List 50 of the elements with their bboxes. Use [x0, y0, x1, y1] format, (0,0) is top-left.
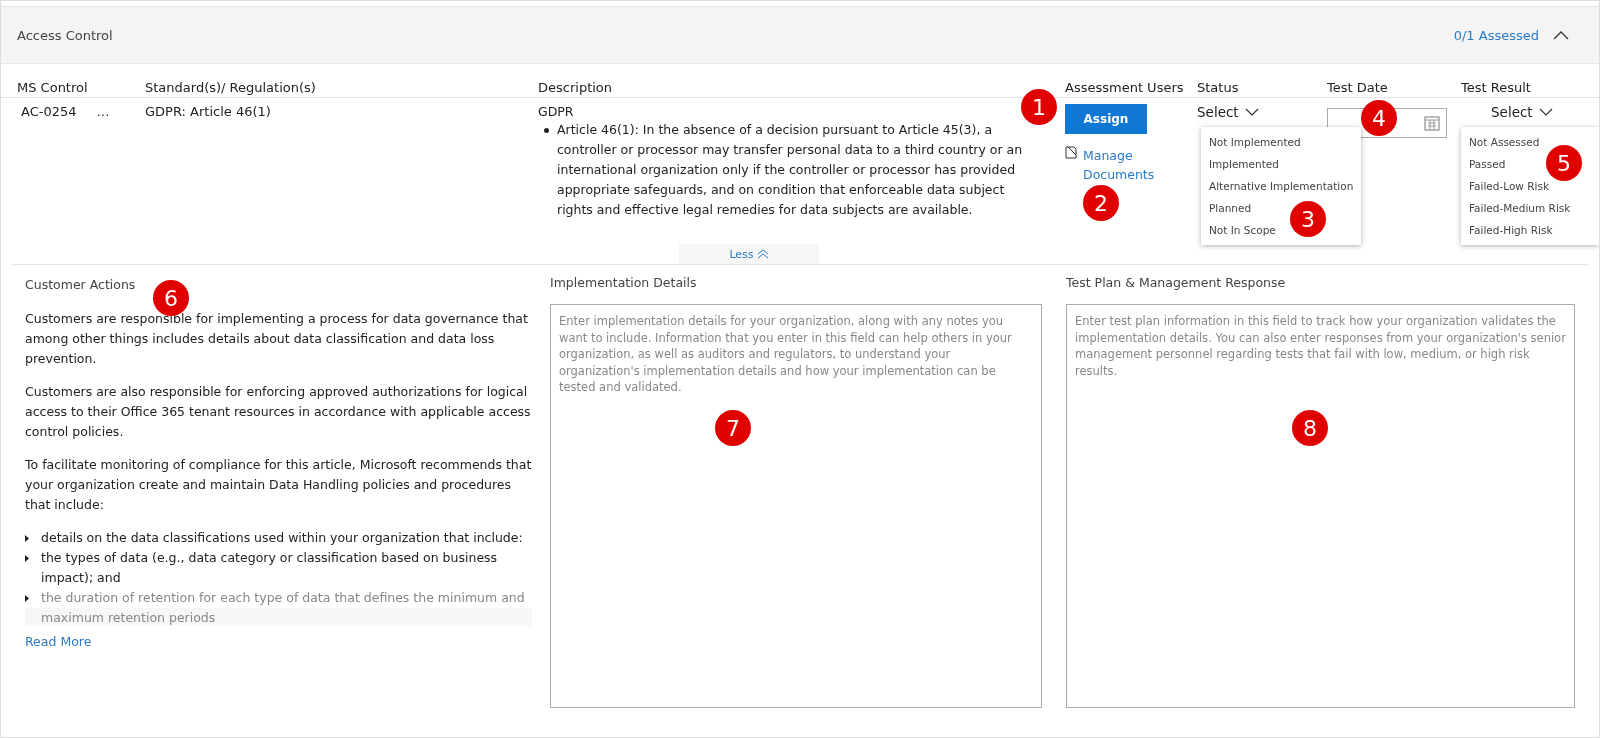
callout-number: 2	[1083, 185, 1119, 221]
menu-option[interactable]: Passed	[1469, 153, 1506, 175]
bullet-icon	[25, 555, 29, 562]
control-id: AC-0254	[21, 104, 77, 119]
column-header: Assessment Users	[1065, 80, 1185, 95]
description-title: GDPR	[538, 104, 574, 120]
standard-text: GDPR: Article 46(1)	[144, 104, 272, 121]
paragraph: Customers are also responsible for enforcing approved authorizations for logical access to their Office 365 tenant resources in accordance with applicable access control policies.	[25, 383, 532, 441]
chevron-down-icon	[1244, 108, 1259, 116]
menu-option[interactable]: Alternative Implementation	[1209, 175, 1354, 197]
list-item: the duration of retention for each type of data that defines the minimum and maximum retention periods	[41, 589, 526, 627]
callout-number: 1	[1021, 89, 1057, 125]
column-header: Description	[538, 80, 614, 95]
menu-option[interactable]: Failed-High Risk	[1469, 219, 1553, 241]
menu-option[interactable]: Not Assessed	[1469, 131, 1540, 153]
column-header: Status	[1197, 80, 1240, 95]
test-result-select[interactable]: Select	[1491, 104, 1553, 120]
column-header: MS Control	[17, 80, 89, 95]
section-title: Access Control	[17, 27, 113, 43]
menu-option[interactable]: Not In Scope	[1209, 219, 1276, 241]
menu-option[interactable]: Not Implemented	[1209, 131, 1301, 153]
more-button[interactable]: …	[96, 104, 110, 119]
menu-option[interactable]: Implemented	[1209, 153, 1279, 175]
bullet-icon	[25, 595, 29, 602]
list-item: details on the data classifications used within your organization that include:	[41, 529, 523, 547]
panel-title: Implementation Details	[550, 275, 698, 290]
manage-documents-link[interactable]: Manage Documents	[1083, 146, 1163, 184]
chevron-down-icon	[1538, 108, 1553, 116]
bullet-icon	[544, 128, 549, 133]
calendar-icon	[1424, 115, 1440, 131]
panel-title: Customer Actions	[25, 276, 137, 294]
menu-option[interactable]: Failed-Medium Risk	[1469, 197, 1571, 219]
document-icon	[1065, 146, 1077, 159]
status-select[interactable]: Select	[1197, 104, 1259, 120]
chevron-up-icon[interactable]	[1553, 30, 1569, 40]
bullet-icon	[25, 535, 29, 542]
list-item: the types of data (e.g., data category or classification based on business impact); and	[41, 549, 499, 587]
menu-option[interactable]: Planned	[1209, 197, 1252, 219]
column-header: Test Result	[1461, 80, 1532, 95]
callout-number: 4	[1361, 100, 1397, 136]
paragraph: To facilitate monitoring of compliance for this article, Microsoft recommends that your organization create and maintain Data Handling policies and procedures that include:	[25, 456, 532, 514]
less-toggle[interactable]: Less	[679, 244, 819, 264]
column-header: Test Date	[1327, 80, 1389, 95]
double-chevron-up-icon	[756, 249, 769, 259]
description-text: Article 46(1): In the absence of a decision pursuant to Article 45(3), a controller or processor may transfer personal data to a third country or an international organization only if the controller or processor has provided appropriate safeguards, and on condition that enforceable data subject rights and effective legal remedies for data subjects are available.	[557, 121, 1024, 219]
assessed-count[interactable]: 0/1 Assessed	[1453, 27, 1539, 43]
column-header: Standard(s)/ Regulation(s)	[144, 80, 317, 95]
read-more-link[interactable]: Read More	[25, 632, 532, 651]
panel-title: Test Plan & Management Response	[1066, 275, 1287, 290]
assign-button[interactable]: Assign	[1065, 104, 1147, 134]
